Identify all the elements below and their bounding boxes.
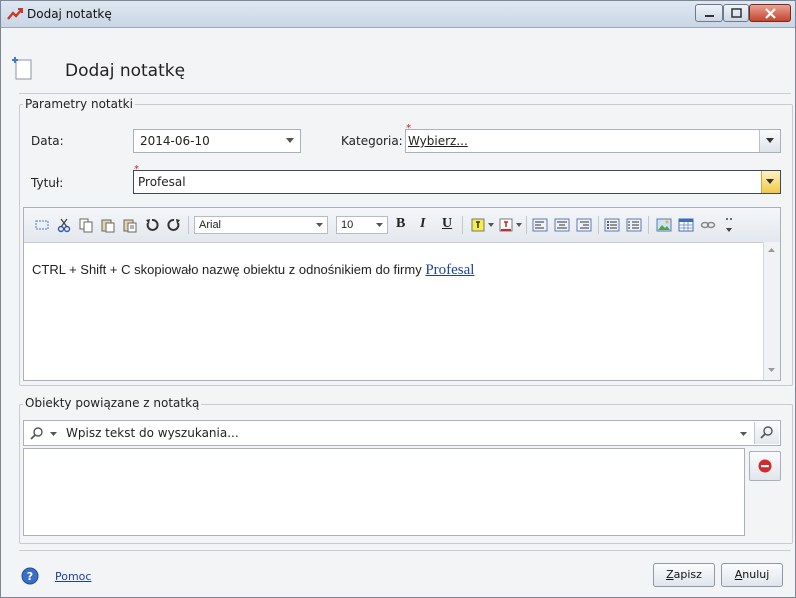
copy-icon[interactable]: [78, 217, 94, 233]
toolbar-separator: [462, 216, 463, 234]
date-label: Data:: [31, 134, 64, 148]
scroll-down-icon[interactable]: [768, 368, 775, 372]
category-value: Wybierz...: [408, 134, 468, 148]
toolbar-overflow-icon[interactable]: [724, 216, 734, 234]
editor-content[interactable]: CTRL + Shift + C skopiowało nazwę obiekt…: [32, 262, 474, 279]
link-icon[interactable]: [700, 217, 716, 233]
title-label: Tytuł:: [31, 176, 64, 190]
numbered-list-icon[interactable]: [626, 217, 642, 233]
save-button[interactable]: Zapisz: [653, 563, 715, 587]
chevron-down-icon[interactable]: [516, 223, 522, 227]
align-center-icon[interactable]: [554, 217, 570, 233]
font-size-select[interactable]: 10: [336, 216, 388, 234]
toolbar-separator: [188, 216, 189, 234]
date-value: 2014-06-10: [140, 134, 210, 148]
cancel-button[interactable]: Anuluj: [721, 563, 783, 587]
chevron-down-icon: [286, 138, 294, 143]
header-divider: [19, 93, 791, 94]
chevron-down-icon: [766, 179, 774, 184]
save-button-label: apisz: [673, 568, 702, 581]
svg-text:?: ?: [27, 570, 33, 583]
font-color-icon[interactable]: [498, 217, 514, 233]
scroll-up-icon[interactable]: [768, 248, 775, 252]
chevron-down-icon: [766, 138, 774, 143]
align-left-icon[interactable]: [532, 217, 548, 233]
related-search-field[interactable]: Wpisz tekst do wyszukania...: [23, 420, 781, 446]
minimize-button[interactable]: [695, 4, 723, 22]
date-field[interactable]: 2014-06-10: [133, 129, 301, 153]
help-icon[interactable]: ?: [21, 567, 39, 585]
maximize-button[interactable]: [723, 4, 749, 22]
redo-icon[interactable]: [166, 217, 182, 233]
underline-button[interactable]: U: [442, 216, 458, 232]
cancel-button-label: nuluj: [742, 568, 770, 581]
bullet-list-icon[interactable]: [604, 217, 620, 233]
italic-button[interactable]: I: [420, 216, 436, 232]
note-icon: [12, 57, 32, 80]
search-icon: [30, 427, 43, 440]
chevron-down-icon[interactable]: [740, 432, 747, 436]
toolbar-separator: [598, 216, 599, 234]
chevron-down-icon[interactable]: [488, 223, 494, 227]
title-dropdown-button[interactable]: [761, 171, 780, 193]
page-title: Dodaj notatkę: [65, 61, 186, 81]
remove-object-button[interactable]: [749, 451, 781, 481]
chevron-down-icon: [316, 223, 323, 227]
highlight-color-icon[interactable]: [470, 217, 486, 233]
insert-image-icon[interactable]: [656, 217, 672, 233]
chevron-down-icon: [376, 223, 383, 227]
category-label: Kategoria:: [341, 134, 403, 148]
close-button[interactable]: [749, 4, 791, 22]
delete-icon: [758, 459, 772, 473]
dialog-window: Dodaj notatkę Dodaj notatkę Parametry no…: [0, 0, 796, 598]
chevron-down-icon[interactable]: [50, 432, 57, 436]
date-dropdown-button[interactable]: [282, 130, 300, 152]
minimize-icon: [705, 15, 714, 17]
font-size-value: 10: [341, 219, 354, 231]
rich-text-editor[interactable]: Arial 10 B I U CTRL + Shift + C skopiowa…: [23, 207, 781, 381]
category-select[interactable]: Wybierz...: [405, 129, 781, 153]
search-placeholder: Wpisz tekst do wyszukania...: [66, 426, 239, 440]
related-objects-list[interactable]: [23, 448, 745, 536]
undo-icon[interactable]: [144, 217, 160, 233]
company-link[interactable]: Profesal: [425, 262, 474, 278]
category-dropdown-button[interactable]: [759, 130, 780, 152]
footer-divider: [19, 550, 791, 551]
note-parameters-label: Parametry notatki: [23, 97, 135, 111]
title-input[interactable]: Profesal: [133, 170, 781, 194]
paste-text-icon[interactable]: [122, 217, 138, 233]
editor-toolbar: Arial 10 B I U: [24, 208, 780, 243]
cut-icon[interactable]: [56, 217, 72, 233]
help-link[interactable]: Pomoc: [55, 570, 91, 583]
save-button-accesskey: Z: [666, 568, 674, 581]
font-family-value: Arial: [199, 219, 222, 231]
title-bar[interactable]: Dodaj notatkę: [1, 1, 795, 28]
paste-icon[interactable]: [100, 217, 116, 233]
close-icon: [765, 8, 776, 19]
select-all-icon[interactable]: [34, 217, 50, 233]
editor-scrollbar[interactable]: [763, 242, 780, 380]
font-family-select[interactable]: Arial: [194, 216, 328, 234]
window-title: Dodaj notatkę: [27, 7, 112, 21]
related-objects-label: Obiekty powiązane z notatką: [23, 396, 202, 410]
bold-button[interactable]: B: [396, 216, 412, 232]
search-icon: [760, 426, 773, 439]
maximize-icon: [731, 8, 742, 18]
app-icon: [7, 8, 23, 20]
toolbar-separator: [648, 216, 649, 234]
align-right-icon[interactable]: [576, 217, 592, 233]
insert-table-icon[interactable]: [678, 217, 694, 233]
search-button[interactable]: [754, 422, 779, 444]
title-value: Profesal: [138, 175, 186, 189]
editor-content-text: CTRL + Shift + C skopiowało nazwę obiekt…: [32, 262, 426, 277]
font-size-dropdown[interactable]: [373, 217, 387, 233]
font-family-dropdown[interactable]: [313, 217, 327, 233]
toolbar-separator: [526, 216, 527, 234]
